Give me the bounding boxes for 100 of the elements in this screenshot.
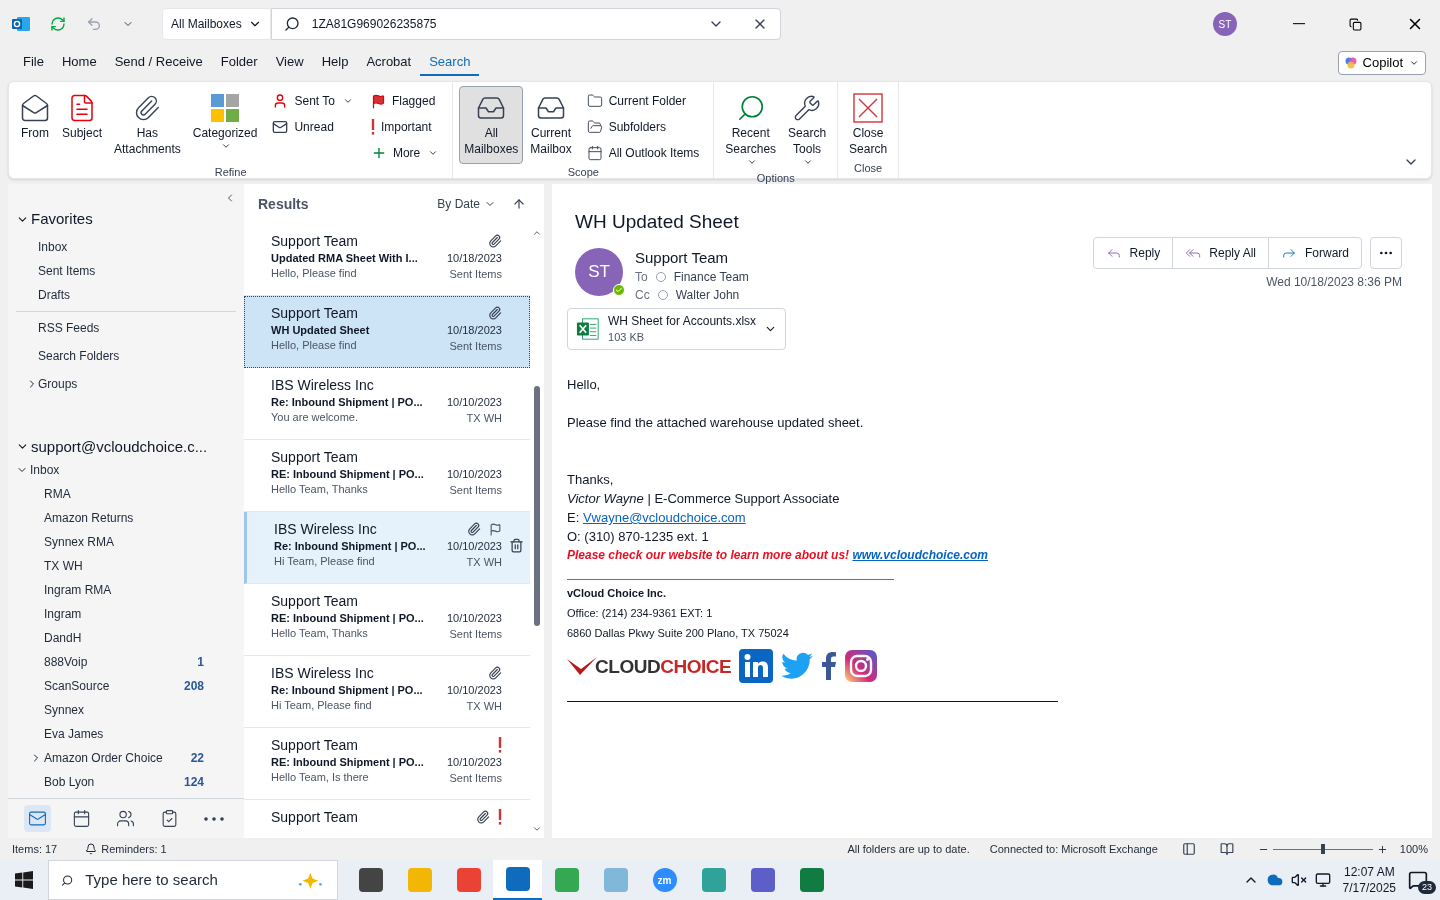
folder-name: Sent Items (449, 339, 502, 354)
folder-item[interactable]: Synnex (8, 698, 244, 722)
ribbon-button[interactable]: Flagged (366, 90, 443, 112)
search-field[interactable]: 1ZA81G969026235875 (270, 8, 781, 40)
menu-tab[interactable]: Send / Receive (105, 50, 212, 76)
folder-item[interactable]: 888Voip 1 (8, 650, 244, 674)
preview: Hello Team, Thanks (271, 482, 369, 497)
subject: RE: Inbound Shipment | PO... (271, 611, 425, 626)
menu-tab[interactable]: View (266, 50, 313, 76)
minimize-icon (1293, 23, 1305, 25)
folder-item[interactable]: DandH (8, 626, 244, 650)
menu-tab[interactable]: Home (52, 50, 106, 76)
ribbon-button[interactable]: All Mailboxes (459, 86, 524, 164)
folder-item[interactable]: Ingram (8, 602, 244, 626)
ribbon-button[interactable]: More (366, 142, 443, 164)
folder-item[interactable]: Ingram RMA (8, 578, 244, 602)
website-link[interactable]: www.vcloudchoice.com (852, 548, 989, 562)
ribbon-button[interactable]: From (15, 86, 55, 164)
group-label: Options (755, 171, 796, 186)
favorites-header[interactable]: Favorites (8, 208, 244, 231)
folder-name: Sent Items (449, 483, 502, 498)
message-item[interactable]: IBS Wireless Inc Re: Inbound Shipment | PO... Hi Team, Please find 10/10/2023 TX WH (244, 512, 530, 584)
zoom-thumb[interactable] (1320, 844, 1325, 854)
module-button[interactable] (24, 805, 52, 832)
ribbon-button[interactable]: Subfolders (582, 116, 704, 138)
sender: Support Team (271, 736, 359, 754)
folder-item[interactable]: Amazon Order Choice 22 (8, 746, 244, 770)
folder-item[interactable]: Eva James (8, 722, 244, 746)
folder-item[interactable]: RSS Feeds (8, 315, 244, 340)
ribbon-button[interactable]: Current Folder (582, 90, 704, 112)
to-label: To (635, 269, 648, 286)
zoom-slider[interactable] (1272, 844, 1373, 854)
cloud-icon (1266, 872, 1283, 888)
attachment-size: 103 KB (608, 330, 646, 345)
ribbon-button[interactable]: Subject (57, 86, 108, 164)
company-office: Office: (214) 234-9361 EXT: 1 (567, 606, 714, 621)
important-icon (370, 119, 375, 135)
account-header[interactable]: support@vcloudchoice.c... (8, 435, 244, 458)
copilot-button[interactable]: Copilot (1337, 51, 1426, 75)
sender-name: Support Team (635, 248, 730, 268)
folder-item[interactable]: Synnex RMA (8, 530, 244, 554)
ribbon-button[interactable]: Current Mailbox (525, 86, 577, 164)
ribbon-button[interactable]: Important (366, 116, 443, 138)
ribbon-button[interactable]: Has Attachments (109, 86, 186, 164)
body-text: Hello, (567, 376, 602, 394)
taskbar-search-input[interactable]: Type here to search (85, 868, 285, 892)
folder-item[interactable]: ScanSource 208 (8, 674, 244, 698)
color-squares-icon (210, 93, 241, 123)
menu-tab[interactable]: Search (420, 50, 480, 76)
folder-item[interactable]: RMA (8, 482, 244, 506)
folder-item[interactable]: Drafts (8, 282, 244, 307)
menu-tab[interactable]: Help (312, 50, 358, 76)
sender: Support Team (271, 808, 359, 826)
taskbar-app[interactable] (493, 860, 542, 900)
preview: Hello Team, Is there (271, 770, 370, 785)
date: 10/10/2023 (446, 755, 502, 770)
folder-item[interactable]: Amazon Returns (8, 506, 244, 530)
folder-item[interactable]: TX WH (8, 554, 244, 578)
folder-item[interactable]: Inbox (8, 234, 244, 259)
folder-name: TX WH (466, 411, 502, 426)
menu-tab[interactable]: Acrobat (357, 50, 421, 76)
folder-item[interactable]: Inbox (8, 458, 244, 482)
sender: Support Team (271, 592, 359, 610)
menu-tab[interactable]: Folder (211, 50, 267, 76)
ribbon-button[interactable]: Recent Searches (720, 86, 782, 170)
menu-tab[interactable]: File (14, 50, 53, 76)
subject: Re: Inbound Shipment | PO... (274, 539, 427, 554)
date: 10/10/2023 (446, 467, 502, 482)
caret-icon (221, 141, 232, 151)
action-button[interactable]: Reply All (1173, 238, 1269, 268)
promo-line: Please check our website to learn more about us! www.vcloudchoice.com (567, 547, 990, 564)
preview: Hi Team, Please find (271, 698, 373, 713)
ribbon-button[interactable]: Close Search (844, 86, 893, 160)
folder-name: Sent Items (449, 627, 502, 642)
body-text: Thanks, (567, 471, 615, 489)
folder-item[interactable]: Groups (8, 371, 244, 396)
ribbon-button[interactable]: Search Tools (783, 86, 832, 170)
recipient: Walter John (675, 287, 740, 304)
profile-avatar[interactable]: ST (1213, 12, 1237, 36)
folder-item[interactable]: Search Folders (8, 343, 244, 368)
preview: Hello, Please find (271, 338, 358, 353)
folder-item[interactable]: Bob Lyon 124 (8, 770, 244, 794)
attachment-card[interactable]: WH Sheet for Accounts.xlsx 103 KB (567, 308, 786, 350)
email-link[interactable]: Vwayne@vcloudchoice.com (582, 510, 746, 525)
attachment-name: WH Sheet for Accounts.xlsx (608, 313, 757, 329)
sort-button[interactable]: By Date (437, 195, 496, 213)
action-button[interactable]: Forward (1269, 238, 1361, 268)
ribbon-button[interactable]: Categorized (187, 86, 263, 164)
action-button[interactable]: Reply (1093, 238, 1174, 268)
flag-icon (489, 522, 502, 536)
taskbar-search[interactable]: Type here to search (48, 860, 338, 900)
message-item[interactable]: Support Team WH Updated Sheet Hello, Please find 10/18/2023 Sent Items (244, 296, 530, 368)
search-input[interactable]: 1ZA81G969026235875 (311, 15, 696, 33)
ribbon-button[interactable]: All Outlook Items (582, 142, 704, 164)
reminders[interactable]: Reminders: 1 (101, 840, 167, 858)
preview: You are welcome. (271, 410, 360, 425)
mailbox-scope-dropdown[interactable]: All Mailboxes (162, 8, 271, 40)
ribbon-button[interactable]: Unread (268, 116, 357, 138)
folder-item[interactable]: Sent Items (8, 258, 244, 283)
ribbon-button[interactable]: Sent To (268, 90, 357, 112)
